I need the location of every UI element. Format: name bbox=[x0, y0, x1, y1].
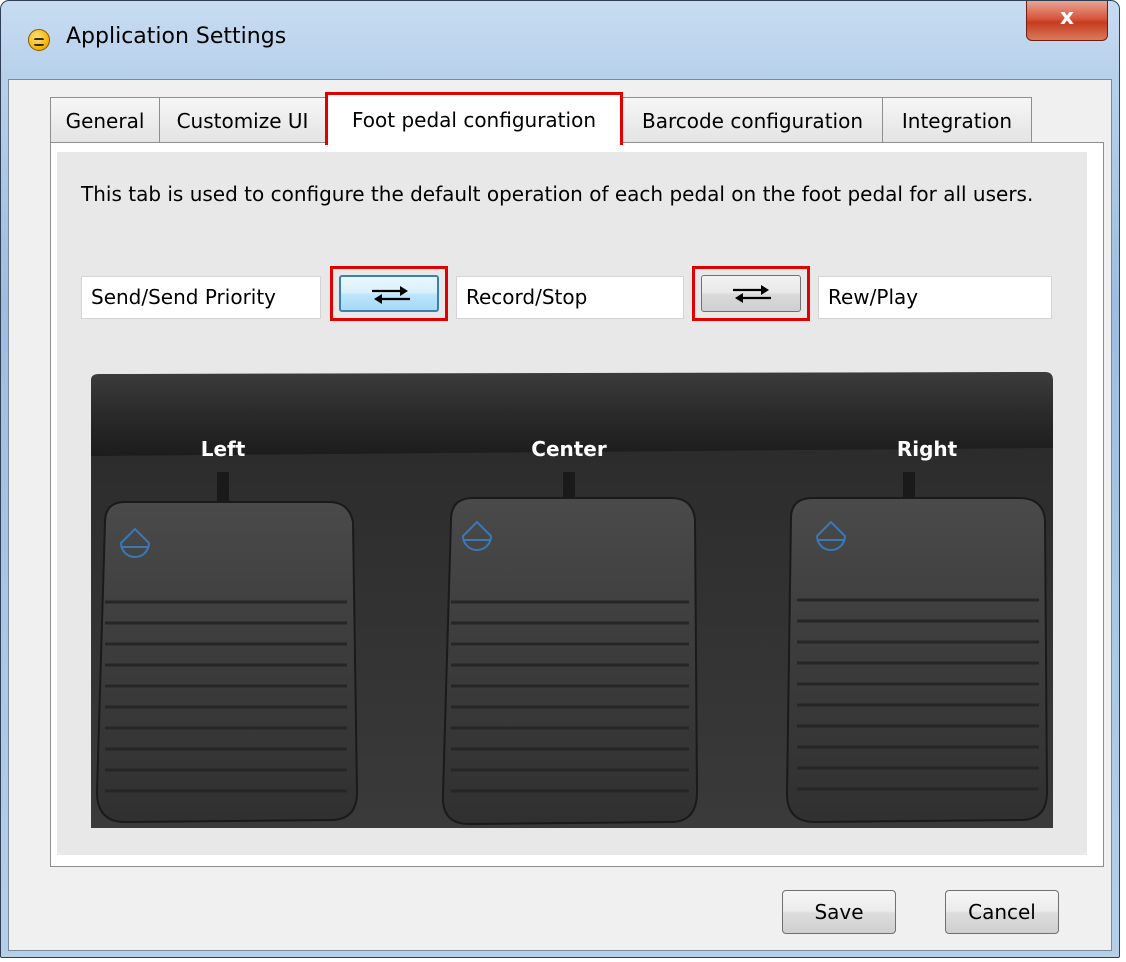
pedal-connector-right bbox=[903, 472, 915, 498]
center-pedal-function-field[interactable]: Record/Stop bbox=[456, 276, 684, 319]
tab-foot-pedal-configuration[interactable]: Foot pedal configuration bbox=[325, 92, 623, 145]
swap-left-center-button[interactable] bbox=[339, 275, 439, 312]
pedal-connector-left bbox=[217, 472, 229, 504]
left-pedal-function-field[interactable]: Send/Send Priority bbox=[81, 276, 321, 319]
swap-arrows-icon bbox=[733, 285, 771, 303]
window-title: Application Settings bbox=[66, 24, 287, 49]
tab-general[interactable]: General bbox=[50, 97, 160, 144]
save-button[interactable]: Save bbox=[782, 890, 896, 934]
pedal-label-right: Right bbox=[897, 437, 958, 461]
tab-integration[interactable]: Integration bbox=[882, 97, 1032, 144]
left-pedal bbox=[95, 501, 359, 824]
right-pedal-function-field[interactable]: Rew/Play bbox=[818, 276, 1052, 319]
swap-center-right-button[interactable] bbox=[701, 275, 801, 312]
swap-center-right-highlight bbox=[692, 266, 810, 321]
pedal-label-left: Left bbox=[201, 437, 246, 461]
swap-arrows-icon bbox=[372, 286, 410, 304]
right-pedal bbox=[785, 497, 1049, 824]
tab-description: This tab is used to configure the defaul… bbox=[81, 182, 1034, 206]
swap-left-center-highlight bbox=[330, 266, 448, 321]
tab-customize-ui[interactable]: Customize UI bbox=[159, 97, 326, 144]
title-bar[interactable]: Application Settings x bbox=[1, 1, 1119, 79]
close-button[interactable]: x bbox=[1026, 1, 1108, 41]
center-pedal bbox=[441, 497, 699, 826]
cancel-button[interactable]: Cancel bbox=[945, 890, 1059, 934]
foot-pedal-image: Left Center Right bbox=[91, 372, 1053, 828]
tab-barcode-configuration[interactable]: Barcode configuration bbox=[622, 97, 883, 144]
app-icon bbox=[28, 29, 50, 51]
pedal-label-center: Center bbox=[531, 437, 607, 461]
